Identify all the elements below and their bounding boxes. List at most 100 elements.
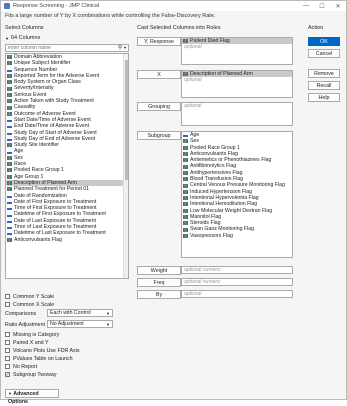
- action-header: Action: [308, 25, 324, 31]
- optional-hint: optional: [184, 291, 202, 297]
- subgroup-button[interactable]: Subgroup: [137, 131, 181, 140]
- nominal-icon: [183, 177, 188, 182]
- ratio-adjustment-select[interactable]: No Adjustment ▼: [47, 320, 113, 328]
- search-icon[interactable]: ⚲: [118, 45, 122, 51]
- nominal-icon: [7, 162, 12, 167]
- continuous-icon: [7, 118, 12, 123]
- column-count[interactable]: ▼ 64 Columns: [5, 35, 40, 41]
- column-list-item[interactable]: Anticonvulsants Flag: [6, 237, 128, 243]
- column-search: ⚲ ▼: [5, 44, 129, 52]
- y-response-box[interactable]: Patient Died Flag optional: [181, 37, 293, 65]
- pvalues-table-checkbox[interactable]: PValues Table on Launch: [5, 355, 73, 362]
- continuous-icon: [7, 130, 12, 135]
- nominal-icon: [183, 227, 188, 232]
- minimize-button[interactable]: —: [299, 1, 313, 11]
- cancel-button[interactable]: Cancel: [308, 49, 340, 58]
- nominal-icon: [183, 164, 188, 169]
- nominal-icon: [183, 233, 188, 238]
- y-response-button[interactable]: Y, Response: [137, 37, 181, 46]
- nominal-icon: [183, 39, 188, 44]
- nominal-icon: [183, 170, 188, 175]
- weight-box[interactable]: optional numeric: [181, 266, 293, 274]
- nominal-icon: [7, 181, 12, 186]
- by-button[interactable]: By: [137, 290, 181, 299]
- recall-button[interactable]: Recall: [308, 81, 340, 90]
- nominal-icon: [7, 86, 12, 91]
- volcano-fdr-checkbox[interactable]: Volcano Plots Use FDR Axis: [5, 347, 80, 354]
- weight-button[interactable]: Weight: [137, 266, 181, 275]
- continuous-icon: [183, 133, 188, 138]
- response-screening-dialog: Response Screening - JMP Clinical — ☐ ✕ …: [0, 0, 347, 405]
- checkbox-box[interactable]: [5, 356, 10, 361]
- common-x-scale-checkbox[interactable]: Common X Scale: [5, 301, 54, 308]
- nominal-icon: [7, 74, 12, 79]
- checkbox-box[interactable]: ✓: [5, 372, 10, 377]
- checkbox-box[interactable]: [5, 294, 10, 299]
- nominal-icon: [7, 111, 12, 116]
- nominal-icon: [183, 152, 188, 157]
- checkbox-box[interactable]: [5, 302, 10, 307]
- optional-numeric-hint: optional numeric: [184, 267, 221, 273]
- close-button[interactable]: ✕: [331, 1, 345, 11]
- nominal-icon: [183, 215, 188, 219]
- x-factor-button[interactable]: X: [137, 70, 181, 79]
- checkbox-box[interactable]: [5, 364, 10, 369]
- nominal-icon: [7, 80, 12, 85]
- continuous-icon: [7, 206, 12, 211]
- nominal-icon: [183, 72, 188, 77]
- disclosure-triangle-icon: ▼: [5, 35, 9, 41]
- checkbox-box[interactable]: [5, 348, 10, 353]
- nominal-icon: [7, 92, 12, 97]
- help-button[interactable]: Help: [308, 93, 340, 102]
- nominal-icon: [183, 221, 188, 226]
- column-search-input[interactable]: [6, 45, 116, 51]
- ok-button[interactable]: OK: [308, 37, 340, 46]
- nominal-icon: [7, 55, 12, 60]
- grouping-button[interactable]: Grouping: [137, 102, 181, 111]
- no-report-checkbox[interactable]: No Report: [5, 363, 37, 370]
- window-title: Response Screening - JMP Clinical: [13, 3, 100, 9]
- list-item[interactable]: Vasopressors Flag: [182, 233, 292, 239]
- missing-is-category-checkbox[interactable]: Missing is Category: [5, 331, 59, 338]
- continuous-icon: [7, 124, 12, 129]
- checkbox-box[interactable]: [5, 340, 10, 345]
- column-count-label: 64 Columns: [10, 35, 41, 41]
- nominal-icon: [7, 61, 12, 66]
- nominal-icon: [7, 168, 12, 173]
- continuous-icon: [7, 199, 12, 204]
- continuous-icon: [7, 218, 12, 223]
- freq-box[interactable]: optional numeric: [181, 278, 293, 286]
- title-bar: Response Screening - JMP Clinical — ☐ ✕: [1, 1, 346, 11]
- checkbox-box[interactable]: [5, 332, 10, 337]
- nominal-icon: [183, 196, 188, 201]
- nominal-icon: [7, 143, 12, 148]
- nominal-icon: [183, 208, 188, 213]
- common-y-scale-checkbox[interactable]: Common Y Scale: [5, 293, 54, 300]
- freq-button[interactable]: Freq: [137, 278, 181, 287]
- subgroup-box[interactable]: Age Sex Pooled Race Group 1 Anticonvulsants…: [181, 131, 293, 258]
- optional-hint: optional: [184, 103, 202, 109]
- maximize-button[interactable]: ☐: [315, 1, 329, 11]
- column-list-scrollbar[interactable]: [123, 54, 128, 278]
- advanced-options-button[interactable]: ▼ Advanced Options: [5, 389, 59, 405]
- x-factor-box[interactable]: Description of Planned Arm optional: [181, 70, 293, 98]
- paired-x-and-y-checkbox[interactable]: Paired X and Y: [5, 339, 49, 346]
- chevron-down-icon[interactable]: ▼: [123, 45, 127, 50]
- scrollbar-thumb[interactable]: [125, 60, 128, 180]
- comparisons-label: Comparisons: [5, 311, 37, 317]
- nominal-icon: [183, 189, 188, 194]
- subgroup-twoway-checkbox[interactable]: ✓ Subgroup Twoway: [5, 371, 56, 378]
- nominal-icon: [183, 139, 188, 144]
- remove-button[interactable]: Remove: [308, 69, 340, 78]
- column-list: Domain Abbreviation Unique Subject Identi…: [5, 53, 129, 279]
- comparisons-select[interactable]: Each with Control ▼: [47, 309, 113, 317]
- continuous-icon: [7, 137, 12, 141]
- grouping-box[interactable]: optional: [181, 102, 293, 126]
- chevron-down-icon: ▼: [106, 311, 110, 316]
- by-box[interactable]: optional: [181, 290, 293, 298]
- continuous-icon: [7, 231, 12, 236]
- nominal-icon: [7, 237, 12, 242]
- continuous-icon: [7, 212, 12, 217]
- nominal-icon: [183, 183, 188, 188]
- nominal-icon: [183, 202, 188, 207]
